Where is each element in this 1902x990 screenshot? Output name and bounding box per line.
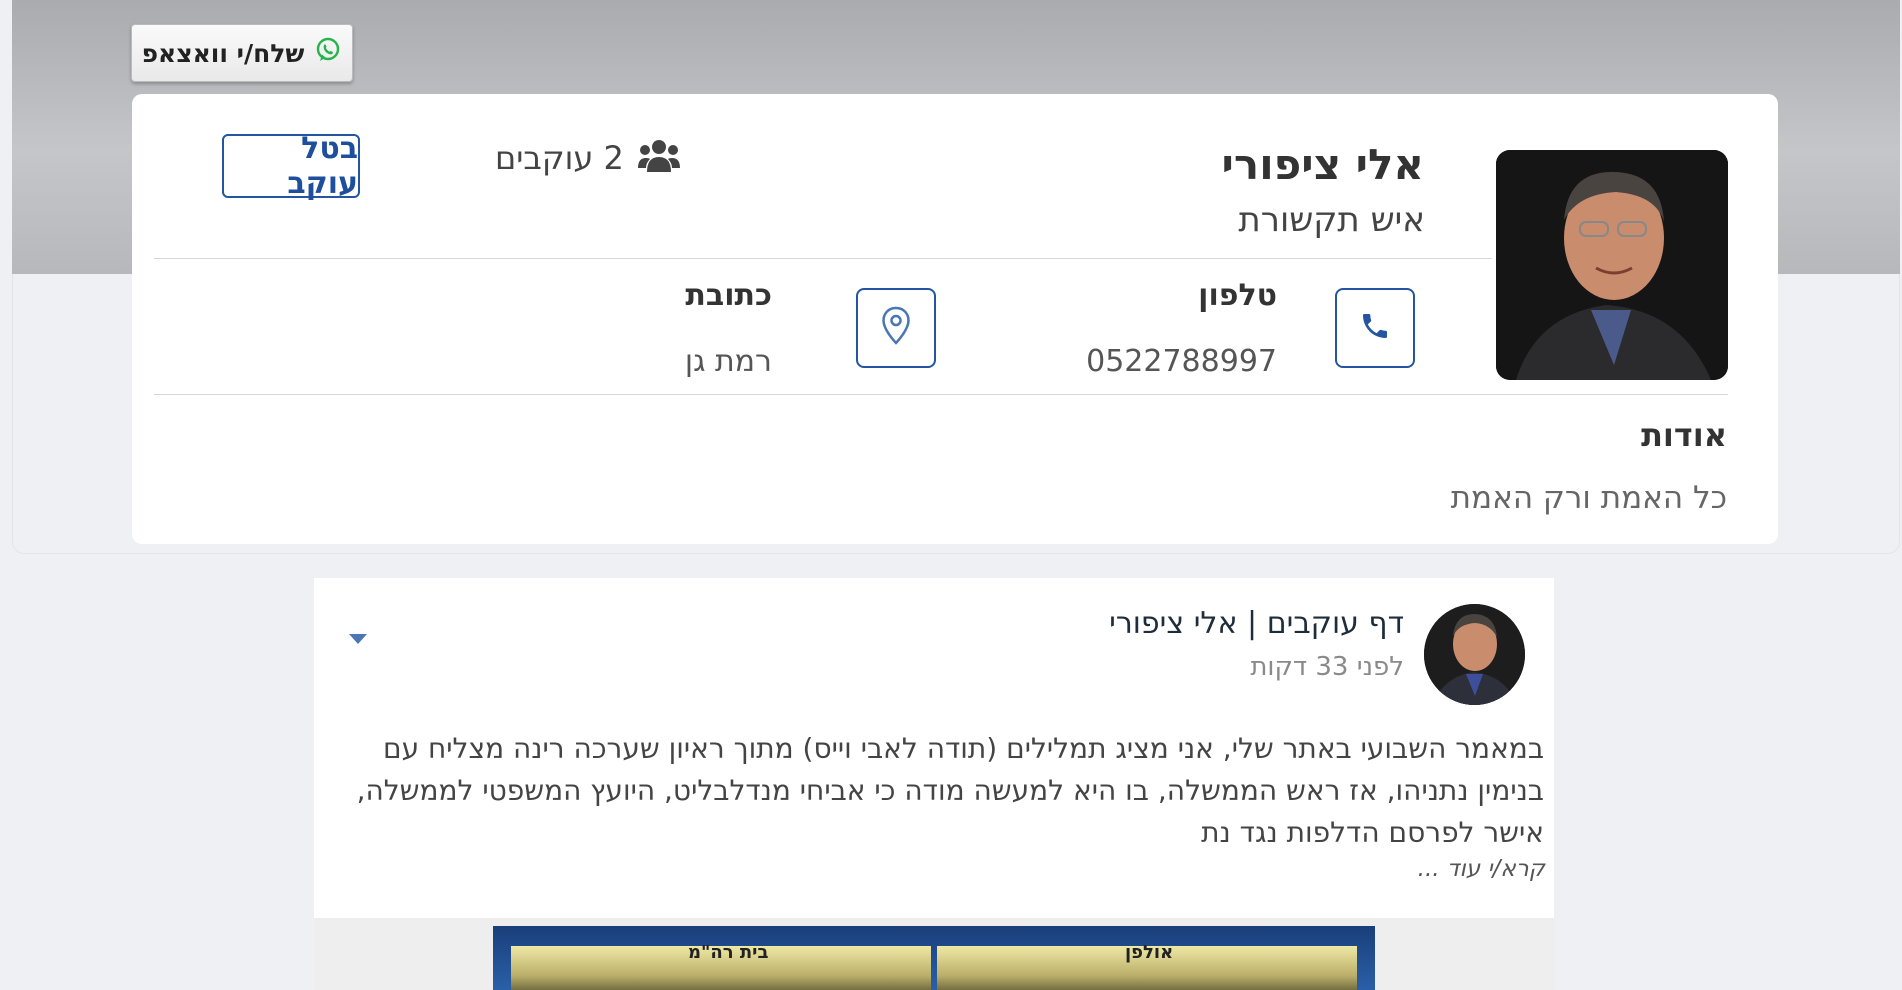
followers-count-label: 2 עוקבים	[495, 139, 624, 177]
phone-value[interactable]: 0522788997	[1086, 344, 1277, 379]
followers-count[interactable]: 2 עוקבים	[495, 138, 680, 178]
profile-avatar	[1496, 150, 1728, 380]
address-label: כתובת	[685, 278, 772, 313]
followers-icon	[637, 138, 680, 178]
post-options-caret-icon[interactable]	[349, 634, 367, 644]
profile-name: אלי ציפורי	[1221, 140, 1424, 189]
profile-title: איש תקשורת	[1238, 200, 1425, 240]
address-button[interactable]	[856, 288, 936, 368]
phone-label: טלפון	[1198, 278, 1277, 313]
media-left-caption: בית רה"מ	[688, 942, 769, 963]
map-pin-icon	[881, 306, 911, 350]
unfollow-button[interactable]: בטל עוקב	[222, 131, 360, 201]
post-media-image[interactable]: בית רה"מ אולפן	[493, 926, 1375, 990]
divider	[154, 394, 1728, 395]
whatsapp-icon	[314, 36, 342, 70]
post-author-name[interactable]: דף עוקבים | אלי ציפורי	[1109, 606, 1404, 641]
post-timestamp: לפני 33 דקות	[1250, 652, 1404, 682]
divider	[154, 258, 1492, 259]
phone-icon	[1359, 310, 1391, 346]
about-text: כל האמת ורק האמת	[1450, 480, 1727, 516]
post-body: במאמר השבועי באתר שלי, אני מציג תמלילים …	[356, 732, 1544, 849]
whatsapp-label: שלח/י וואצאפ	[141, 38, 305, 68]
send-whatsapp-button[interactable]: שלח/י וואצאפ	[131, 24, 353, 82]
media-right-caption: אולפן	[1125, 942, 1174, 963]
phone-button[interactable]	[1335, 288, 1415, 368]
about-heading: אודות	[1641, 416, 1727, 454]
read-more-link[interactable]: קרא/י עוד ...	[1418, 856, 1545, 882]
post-author-avatar[interactable]	[1424, 604, 1525, 705]
address-value: רמת גן	[684, 344, 772, 379]
